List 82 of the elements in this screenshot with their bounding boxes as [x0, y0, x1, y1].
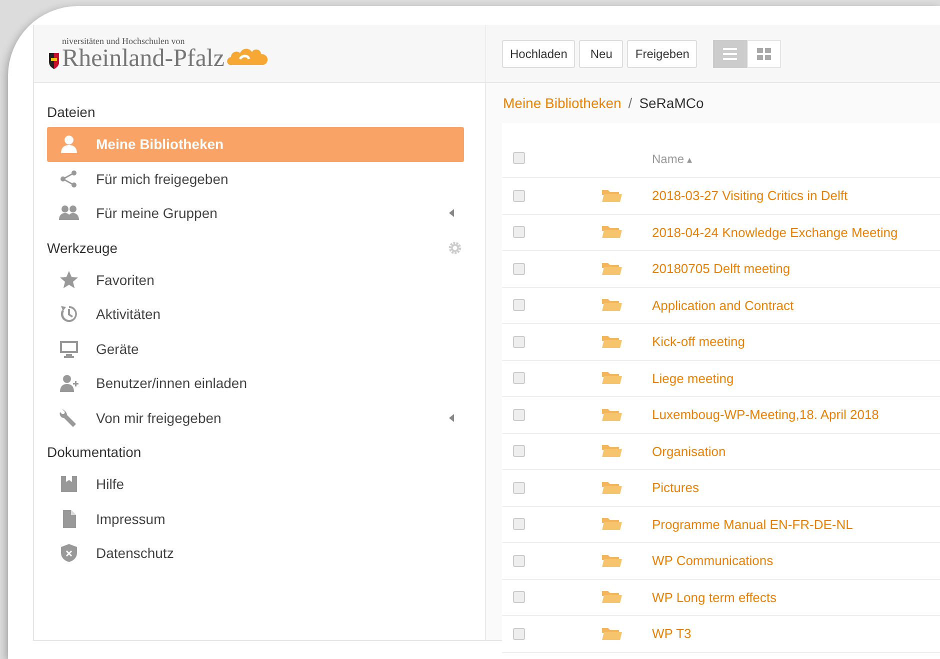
- sidebar-item[interactable]: Aktivitäten: [47, 297, 464, 332]
- sidebar-item[interactable]: Für meine Gruppen: [47, 196, 464, 230]
- grid-view-button[interactable]: [747, 40, 782, 68]
- row-checkbox[interactable]: [513, 445, 525, 458]
- book-icon: [59, 474, 79, 494]
- breadcrumb-separator: /: [628, 95, 632, 111]
- row-checkbox[interactable]: [513, 518, 525, 530]
- column-header[interactable]: Name: [652, 152, 684, 166]
- folder-icon: [602, 225, 622, 240]
- wrench-icon: [59, 408, 79, 428]
- row-checkbox[interactable]: [513, 190, 525, 202]
- row-checkbox[interactable]: [513, 408, 525, 421]
- folder-icon: [602, 408, 622, 422]
- list-icon: [723, 48, 738, 60]
- toolbar-button[interactable]: Hochladen: [502, 40, 576, 68]
- sidebar-item[interactable]: Impressum: [47, 502, 464, 536]
- select-all-checkbox[interactable]: [513, 152, 525, 164]
- folder-icon: [602, 298, 622, 312]
- folder-icon: [602, 334, 622, 349]
- folder-icon: [602, 590, 622, 604]
- cloud-icon: [226, 48, 270, 67]
- sidebar-item[interactable]: Benutzer/innen einladen: [47, 366, 464, 400]
- toolbar-button[interactable]: Neu: [579, 40, 624, 68]
- section-heading: Dokumentation: [47, 444, 142, 460]
- invite-icon: [59, 373, 79, 394]
- list-view-button[interactable]: [713, 40, 748, 68]
- logo-subtitle: niversitäten und Hochschulen von: [62, 36, 186, 46]
- folder-name-link[interactable]: Liege meeting: [652, 370, 734, 386]
- folder-name-link[interactable]: 2018-04-24 Knowledge Exchange Meeting: [652, 224, 898, 240]
- row-checkbox[interactable]: [513, 299, 525, 312]
- row-checkbox[interactable]: [513, 554, 525, 567]
- grid-icon: [757, 48, 772, 60]
- folder-name-link[interactable]: 20180705 Delft meeting: [652, 261, 790, 276]
- row-checkbox[interactable]: [513, 372, 525, 384]
- folder-name-link[interactable]: WP Long term effects: [652, 590, 777, 605]
- folder-name-link[interactable]: Kick-off meeting: [652, 334, 745, 350]
- row-checkbox[interactable]: [513, 336, 525, 348]
- breadcrumb-current: SeRaMCo: [639, 95, 704, 111]
- folder-icon: [602, 262, 622, 276]
- share-icon: [59, 168, 79, 189]
- shield-icon: [59, 543, 79, 564]
- monitor-icon: [59, 338, 79, 359]
- user-icon: [59, 134, 79, 154]
- folder-icon: [602, 480, 622, 495]
- folder-icon: [602, 554, 622, 568]
- sidebar-item[interactable]: Hilfe: [47, 467, 464, 502]
- sidebar-item[interactable]: Datenschutz: [47, 536, 464, 570]
- folder-name-link[interactable]: 2018-03-27 Visiting Critics in Delft: [652, 188, 848, 204]
- crest-icon: [48, 52, 60, 70]
- sidebar-item[interactable]: Von mir freigegeben: [47, 400, 464, 435]
- logo-title: Rheinland-Pfalz: [62, 46, 224, 72]
- row-checkbox[interactable]: [513, 628, 525, 640]
- folder-icon: [602, 626, 622, 641]
- sidebar-item[interactable]: Meine Bibliotheken: [47, 127, 464, 162]
- caret-icon: [449, 209, 454, 218]
- folder-name-link[interactable]: Luxemboug-WP-Meeting,18. April 2018: [652, 407, 879, 422]
- row-checkbox[interactable]: [513, 262, 525, 275]
- star-icon: [59, 270, 79, 290]
- folder-name-link[interactable]: Pictures: [652, 480, 699, 496]
- row-checkbox[interactable]: [513, 226, 525, 238]
- section-heading: Dateien: [47, 104, 96, 120]
- sidebar-item[interactable]: Geräte: [47, 332, 464, 366]
- sidebar-item[interactable]: Favoriten: [47, 262, 464, 297]
- folder-name-link[interactable]: Programme Manual EN-FR-DE-NL: [652, 516, 853, 532]
- sort-mark: ▴: [687, 154, 692, 166]
- folder-icon: [602, 444, 622, 458]
- caret-icon: [449, 414, 454, 422]
- folder-name-link[interactable]: WP Communications: [652, 553, 774, 568]
- section-heading: Werkzeuge: [47, 240, 118, 256]
- folder-icon: [602, 188, 622, 203]
- folder-name-link[interactable]: Organisation: [652, 444, 726, 459]
- folder-name-link[interactable]: Application and Contract: [652, 298, 794, 313]
- row-checkbox[interactable]: [513, 482, 525, 494]
- row-checkbox[interactable]: [513, 591, 525, 604]
- sidebar-item[interactable]: Für mich freigegeben: [47, 162, 464, 196]
- settings-icon[interactable]: [448, 240, 462, 254]
- folder-name-link[interactable]: WP T3: [652, 626, 692, 642]
- toolbar-button[interactable]: Freigeben: [627, 40, 698, 68]
- breadcrumb-link[interactable]: Meine Bibliotheken: [503, 95, 622, 111]
- clock-icon: [59, 304, 79, 324]
- folder-icon: [602, 371, 622, 386]
- folder-icon: [602, 517, 622, 532]
